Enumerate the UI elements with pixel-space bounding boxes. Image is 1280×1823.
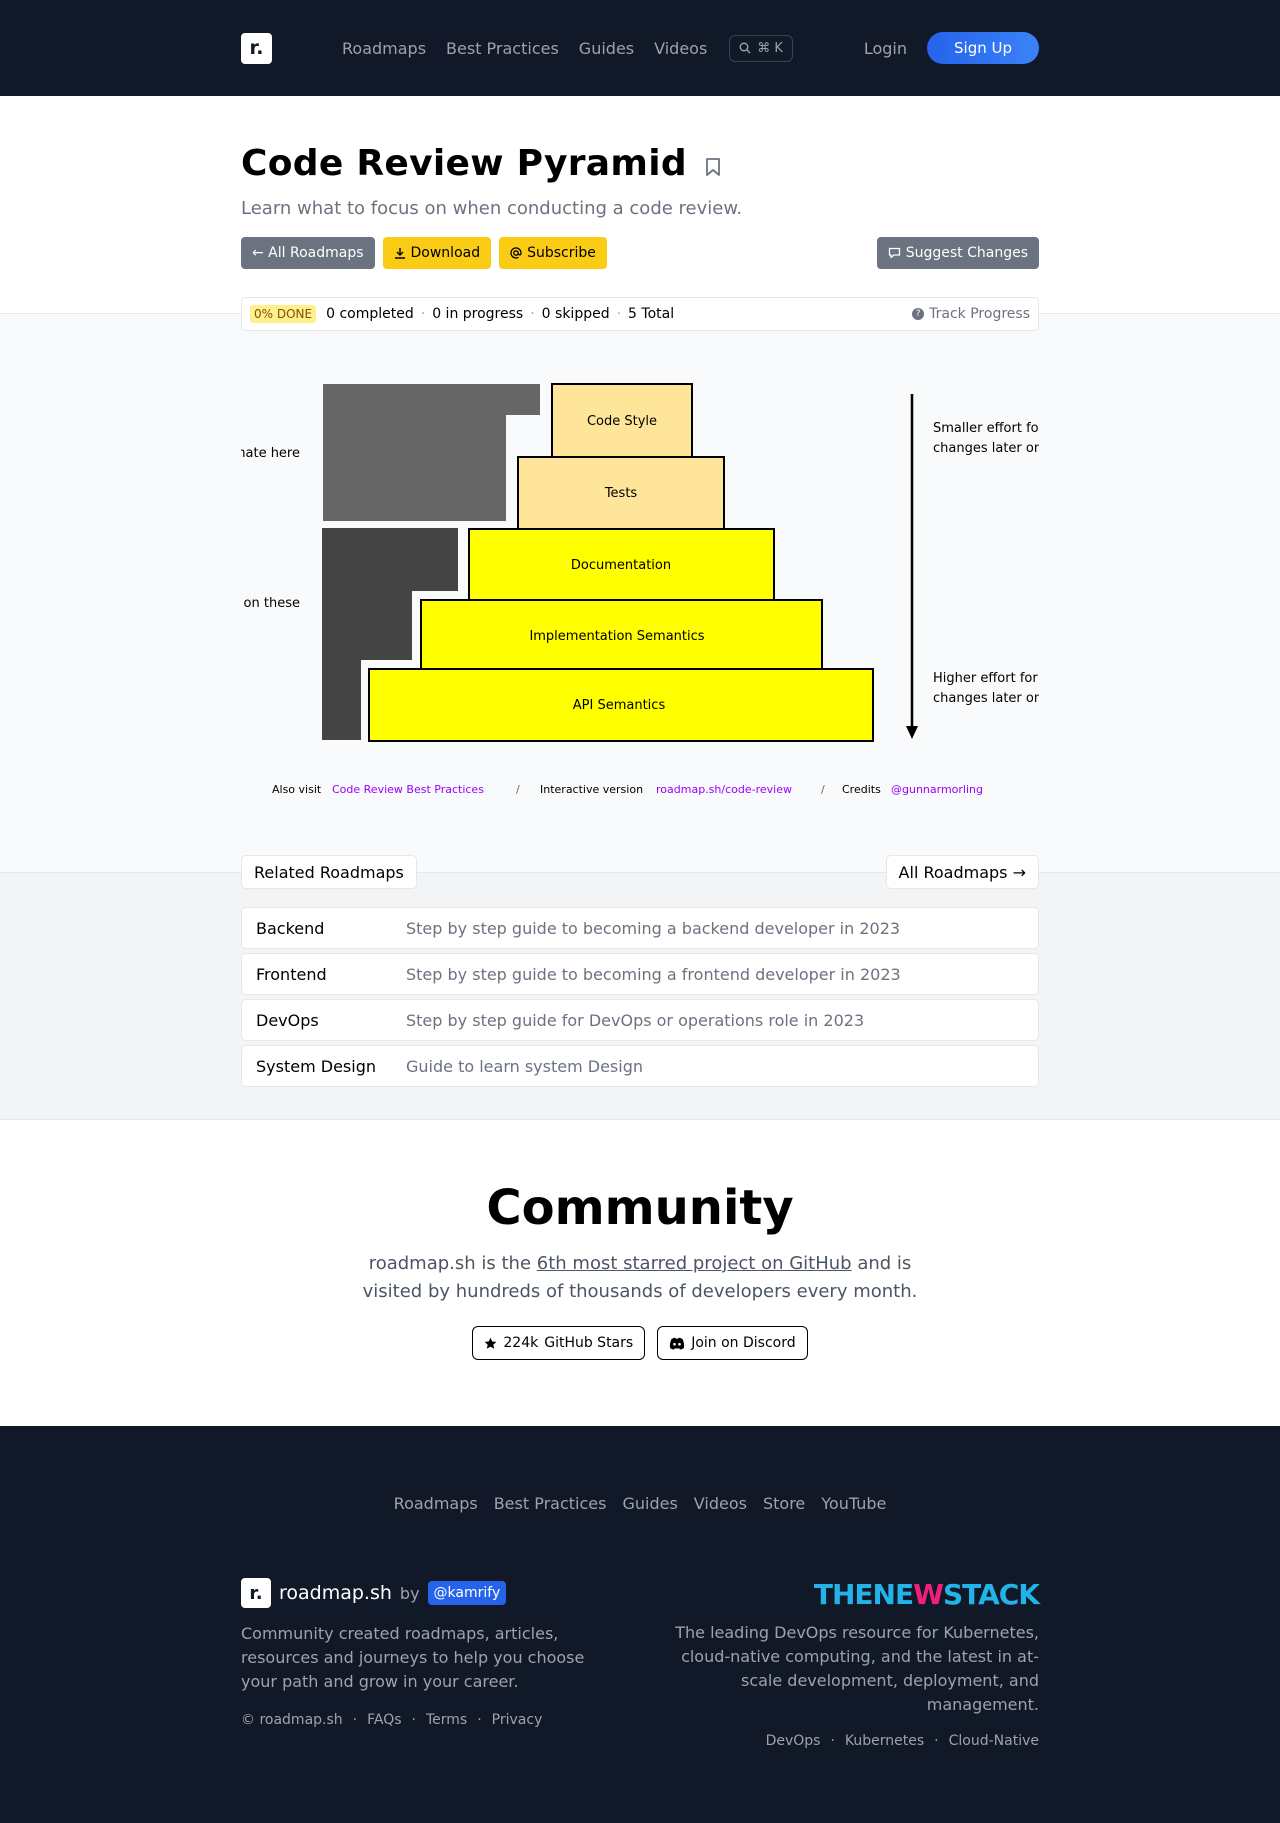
footer-separator: / xyxy=(516,783,520,796)
focus-on-these-label: Focus on these xyxy=(241,596,300,611)
related-item-desc: Step by step guide to becoming a backend… xyxy=(406,918,901,938)
roadmap-content: 0% DONE 0 completed · 0 in progress · 0 … xyxy=(0,297,1280,872)
related-item-devops[interactable]: DevOps Step by step guide for DevOps or … xyxy=(241,999,1039,1041)
star-icon xyxy=(485,1337,497,1349)
community-text: roadmap.sh is the 6th most starred proje… xyxy=(362,1253,918,1302)
nav-guides[interactable]: Guides xyxy=(579,39,634,58)
related-item-backend[interactable]: Backend Step by step guide to becoming a… xyxy=(241,907,1039,949)
interactive-version-link[interactable]: roadmap.sh/code-review xyxy=(656,783,792,796)
effort-arrow-head xyxy=(906,726,918,739)
github-stars-link[interactable]: 6th most starred project on GitHub xyxy=(537,1253,852,1274)
community-section: Community roadmap.sh is the 6th most sta… xyxy=(0,1119,1280,1426)
sponsor-link-cloud-native[interactable]: Cloud-Native xyxy=(949,1733,1039,1749)
related-item-name: Backend xyxy=(256,918,325,938)
github-stars-button[interactable]: 224k GitHub Stars xyxy=(472,1326,646,1360)
download-button[interactable]: Download xyxy=(382,237,492,269)
bookmark-icon[interactable] xyxy=(705,157,721,177)
page-description: Learn what to focus on when conducting a… xyxy=(241,198,743,219)
related-roadmaps: Related Roadmaps All Roadmaps → Backend … xyxy=(0,855,1280,1119)
footer-link-guides[interactable]: Guides xyxy=(622,1494,677,1513)
related-item-desc: Guide to learn system Design xyxy=(406,1056,644,1076)
sponsor-link-kubernetes[interactable]: Kubernetes xyxy=(845,1733,924,1749)
related-item-system-design[interactable]: System Design Guide to learn system Desi… xyxy=(241,1045,1039,1087)
footer-link-roadmaps[interactable]: Roadmaps xyxy=(394,1494,478,1513)
suggest-changes-button[interactable]: Suggest Changes xyxy=(876,237,1039,269)
footer-logo[interactable]: r. xyxy=(241,1578,271,1608)
automate-here-label: Automate here xyxy=(241,446,300,461)
search-button[interactable]: ⌘ K xyxy=(729,34,793,62)
top-nav: r. Roadmaps Best Practices Guides Videos… xyxy=(0,0,1280,96)
automate-block xyxy=(323,384,540,521)
search-icon xyxy=(739,42,751,54)
privacy-link[interactable]: Privacy xyxy=(492,1712,543,1728)
page-title: Code Review Pyramid xyxy=(241,143,687,184)
smaller-effort-line1: Smaller effort for xyxy=(933,421,1039,436)
all-roadmaps-link[interactable]: All Roadmaps → xyxy=(885,855,1039,889)
also-visit-label: Also visit xyxy=(272,783,322,796)
login-link[interactable]: Login xyxy=(864,39,907,58)
stars-label: GitHub Stars xyxy=(544,1335,634,1351)
interactive-version-label: Interactive version xyxy=(540,783,643,796)
faqs-link[interactable]: FAQs xyxy=(367,1712,401,1728)
copyright: © roadmap.sh xyxy=(241,1712,343,1728)
author-link[interactable]: @kamrify xyxy=(427,1581,507,1605)
related-item-name: DevOps xyxy=(256,1010,319,1030)
site-footer: Roadmaps Best Practices Guides Videos St… xyxy=(0,1426,1280,1823)
best-practices-link[interactable]: Code Review Best Practices xyxy=(332,783,484,796)
footer-brand-name[interactable]: roadmap.sh xyxy=(279,1582,392,1604)
footer-link-videos[interactable]: Videos xyxy=(694,1494,747,1513)
higher-effort-line1: Higher effort for xyxy=(933,671,1038,686)
terms-link[interactable]: Terms xyxy=(426,1712,467,1728)
download-icon xyxy=(394,248,405,259)
nav-videos[interactable]: Videos xyxy=(654,39,707,58)
discord-icon xyxy=(670,1337,685,1350)
signup-button[interactable]: Sign Up xyxy=(927,32,1039,64)
discord-label: Join on Discord xyxy=(691,1335,796,1351)
nav-roadmaps[interactable]: Roadmaps xyxy=(342,39,426,58)
code-review-pyramid-diagram: Code Style Tests Documentation Implement… xyxy=(241,383,1039,796)
stars-count: 224k xyxy=(503,1335,539,1351)
related-item-desc: Step by step guide to becoming a fronten… xyxy=(406,964,901,984)
at-sign-icon xyxy=(510,247,522,259)
higher-effort-line2: changes later on. xyxy=(933,691,1039,706)
footer-link-youtube[interactable]: YouTube xyxy=(821,1494,886,1513)
credits-label: Credits xyxy=(842,783,881,796)
related-item-name: Frontend xyxy=(256,964,327,984)
related-item-frontend[interactable]: Frontend Step by step guide to becoming … xyxy=(241,953,1039,995)
footer-link-store[interactable]: Store xyxy=(763,1494,805,1513)
smaller-effort-line2: changes later on. xyxy=(933,441,1039,456)
related-item-name: System Design xyxy=(256,1056,376,1076)
level-tests-label: Tests xyxy=(604,486,638,501)
sponsor-description: The leading DevOps resource for Kubernet… xyxy=(675,1623,1039,1714)
level-api-label: API Semantics xyxy=(573,698,666,713)
footer-link-best-practices[interactable]: Best Practices xyxy=(494,1494,607,1513)
community-title: Community xyxy=(486,1180,794,1236)
roadmap-logo[interactable]: r. xyxy=(241,32,272,64)
related-item-desc: Step by step guide for DevOps or operati… xyxy=(406,1010,865,1030)
level-documentation-label: Documentation xyxy=(571,558,671,573)
download-label: Download xyxy=(410,245,481,261)
subscribe-label: Subscribe xyxy=(527,245,596,261)
sponsor-link-devops[interactable]: DevOps xyxy=(766,1733,821,1749)
roadmap-header: Code Review Pyramid Learn what to focus … xyxy=(0,96,1280,314)
footer-about: Community created roadmaps, articles, re… xyxy=(241,1624,585,1691)
nav-best-practices[interactable]: Best Practices xyxy=(446,39,559,58)
discord-button[interactable]: Join on Discord xyxy=(657,1326,808,1360)
footer-separator: / xyxy=(821,783,825,796)
message-icon xyxy=(888,247,900,259)
all-roadmaps-button[interactable]: ← All Roadmaps xyxy=(241,237,375,269)
credits-link[interactable]: @gunnarmorling xyxy=(891,783,983,796)
suggest-label: Suggest Changes xyxy=(905,245,1028,261)
search-shortcut: ⌘ K xyxy=(757,40,783,56)
level-implementation-label: Implementation Semantics xyxy=(529,629,704,644)
subscribe-button[interactable]: Subscribe xyxy=(499,237,607,269)
related-roadmaps-title: Related Roadmaps xyxy=(241,855,417,889)
the-new-stack-logo[interactable]: THENEWSTACK xyxy=(659,1578,1040,1611)
level-code-style-label: Code Style xyxy=(587,414,657,429)
